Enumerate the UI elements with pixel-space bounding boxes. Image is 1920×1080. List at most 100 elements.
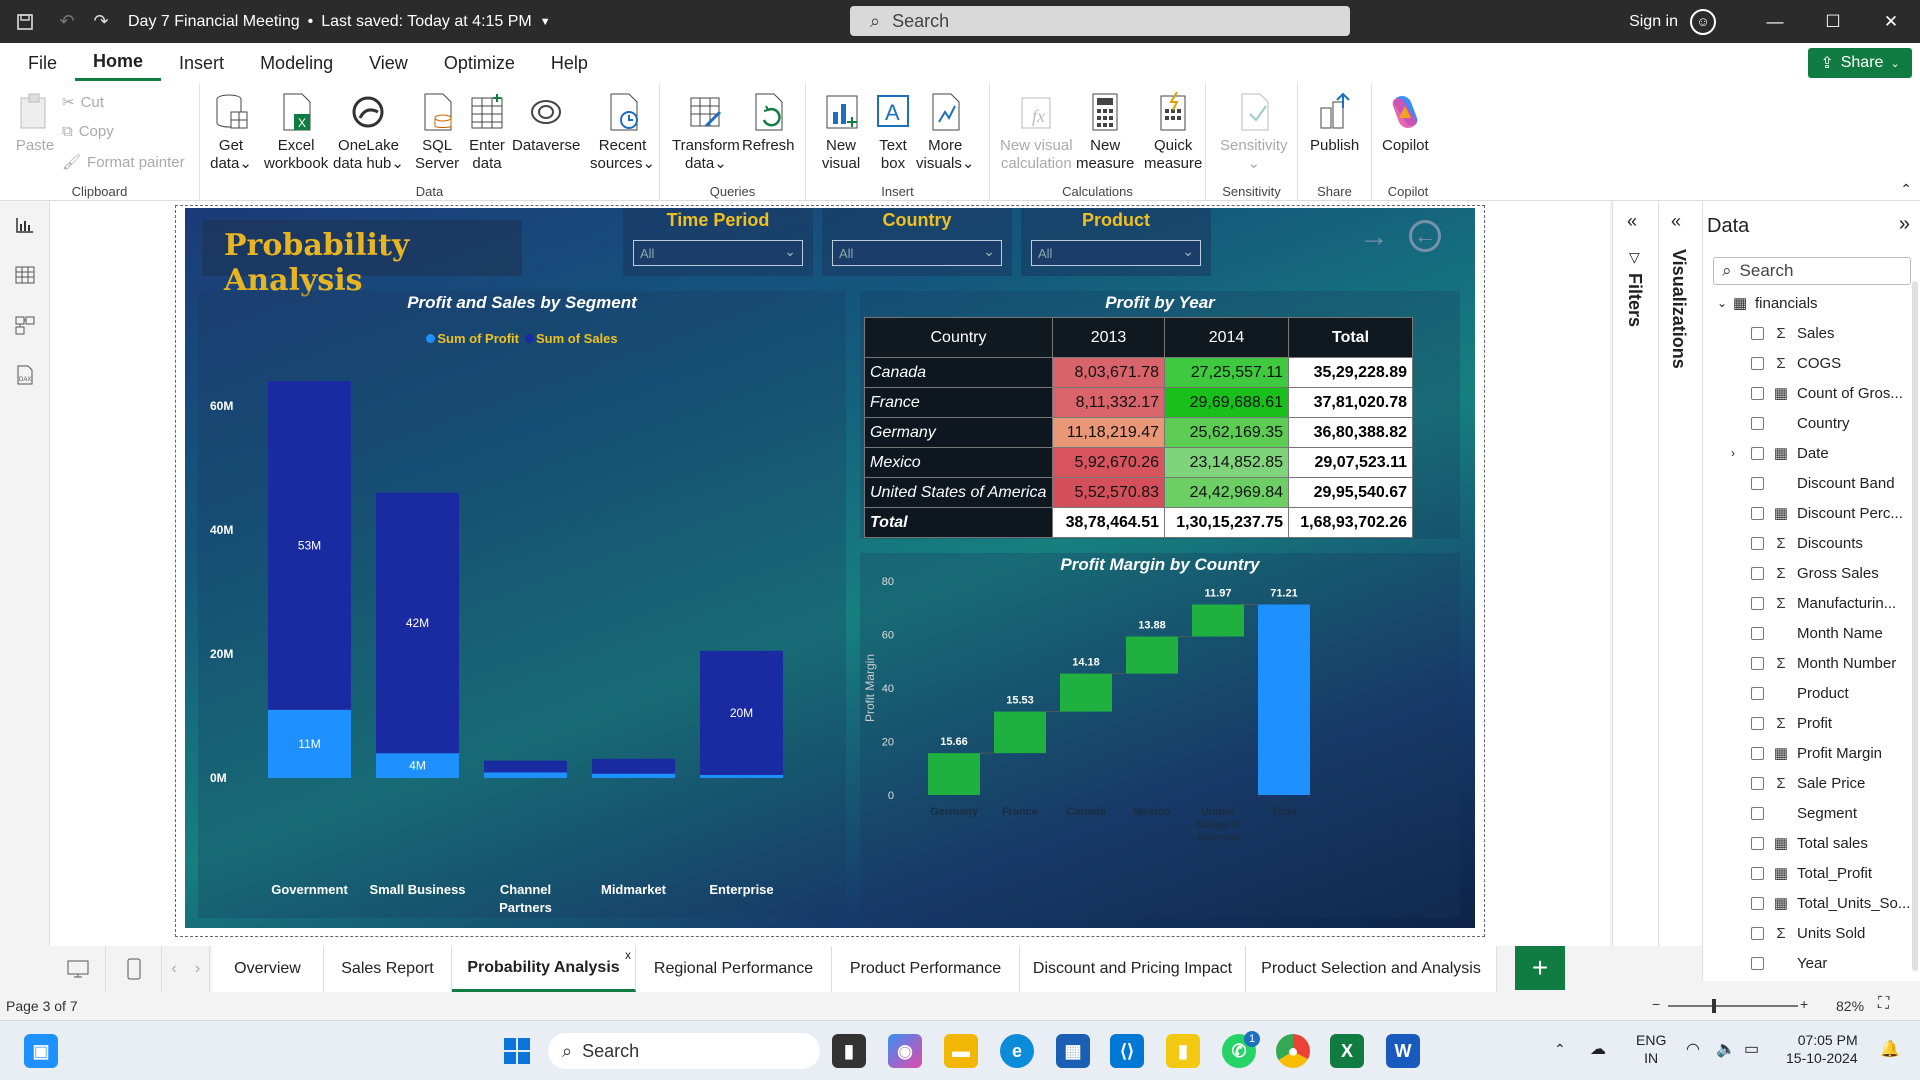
language-indicator[interactable]: ENG IN <box>1636 1031 1666 1067</box>
cut-button[interactable]: ✂ Cut <box>62 93 104 112</box>
table-view-icon[interactable] <box>12 263 38 287</box>
transform-data-button[interactable]: Transform data⌄ <box>672 91 740 173</box>
field-item[interactable]: Σ Sales <box>1703 318 1913 348</box>
windows-start-icon[interactable] <box>500 1034 534 1068</box>
field-checkbox[interactable] <box>1751 536 1764 550</box>
field-item[interactable]: Segment <box>1703 798 1913 828</box>
product-slicer[interactable]: Product All ⌄ <box>1021 208 1211 276</box>
volume-icon[interactable]: 🔈 <box>1716 1039 1736 1059</box>
table-row[interactable]: France 8,11,332.17 29,69,688.61 37,81,020.7… <box>864 387 1413 418</box>
recent-sources-button[interactable]: Recent sources⌄ <box>590 91 655 173</box>
field-checkbox[interactable] <box>1751 506 1764 520</box>
collapse-data-pane-icon[interactable]: » <box>1899 213 1910 236</box>
network-status-icon[interactable]: ☁ <box>1590 1039 1606 1059</box>
field-item[interactable]: Σ COGS <box>1703 348 1913 378</box>
field-item[interactable]: Σ Profit <box>1703 708 1913 738</box>
field-item[interactable]: Country <box>1703 408 1913 438</box>
slicer-dropdown[interactable]: All ⌄ <box>832 240 1002 266</box>
page-tab[interactable]: Discount and Pricing Impact <box>1020 946 1246 992</box>
field-checkbox[interactable] <box>1751 806 1764 820</box>
excel-workbook-button[interactable]: X Excel workbook <box>264 91 328 173</box>
field-item[interactable]: Product <box>1703 678 1913 708</box>
add-page-button[interactable]: + <box>1515 946 1565 990</box>
field-checkbox[interactable] <box>1751 326 1764 340</box>
field-item[interactable]: Σ Discounts <box>1703 528 1913 558</box>
field-checkbox[interactable] <box>1751 596 1764 610</box>
notification-bell-icon[interactable]: 🔔 <box>1880 1039 1900 1059</box>
country-slicer[interactable]: Country All ⌄ <box>822 208 1012 276</box>
paste-button[interactable]: Paste <box>14 91 56 155</box>
collapse-ribbon-icon[interactable]: ⌃ <box>1900 181 1912 198</box>
column-header-2013[interactable]: 2013 <box>1052 317 1165 358</box>
desktop-layout-icon[interactable] <box>50 946 106 992</box>
enter-data-button[interactable]: Enter data <box>466 91 508 173</box>
maximize-icon[interactable]: ☐ <box>1804 0 1862 43</box>
new-visual-button[interactable]: New visual <box>820 91 862 173</box>
column-header-total[interactable]: Total <box>1288 317 1413 358</box>
word-icon[interactable]: W <box>1386 1034 1420 1068</box>
time-period-slicer[interactable]: Time Period All ⌄ <box>623 208 813 276</box>
copilot-taskbar-icon[interactable]: ◉ <box>888 1034 922 1068</box>
menu-view[interactable]: View <box>351 43 426 83</box>
store-icon[interactable]: ▦ <box>1056 1034 1090 1068</box>
minimize-icon[interactable]: — <box>1746 0 1804 43</box>
close-tab-icon[interactable]: x <box>625 948 631 962</box>
table-row[interactable]: Mexico 5,92,670.26 23,14,852.85 29,07,523.1… <box>864 447 1413 478</box>
slicer-dropdown[interactable]: All ⌄ <box>1031 240 1201 266</box>
column-header-2014[interactable]: 2014 <box>1164 317 1289 358</box>
chrome-icon[interactable]: ● <box>1276 1034 1310 1068</box>
field-checkbox[interactable] <box>1751 566 1764 580</box>
page-tab[interactable]: Sales Report <box>324 946 452 992</box>
field-item[interactable]: ▦ Discount Perc... <box>1703 498 1913 528</box>
field-checkbox[interactable] <box>1751 716 1764 730</box>
zoom-slider[interactable] <box>1668 999 1798 1013</box>
zoom-out-icon[interactable]: − <box>1652 996 1660 1012</box>
arrow-right-icon[interactable]: → <box>1357 220 1391 254</box>
publish-button[interactable]: Publish <box>1310 91 1359 155</box>
widgets-icon[interactable]: ▣ <box>24 1034 58 1068</box>
field-item[interactable]: Year <box>1703 948 1913 978</box>
close-icon[interactable]: ✕ <box>1862 0 1920 43</box>
field-item[interactable]: Σ Units Sold <box>1703 918 1913 948</box>
data-pane-scrollbar[interactable] <box>1912 281 1918 971</box>
copy-button[interactable]: ⧉ Copy <box>62 123 114 140</box>
excel-taskbar-icon[interactable]: X <box>1330 1034 1364 1068</box>
field-item[interactable]: Discount Band <box>1703 468 1913 498</box>
fit-to-page-icon[interactable]: ⛶ <box>1878 995 1889 1013</box>
field-item[interactable]: Σ Gross Sales <box>1703 558 1913 588</box>
share-button[interactable]: ⇪ Share ⌄ <box>1808 48 1912 78</box>
filters-label[interactable]: Filters <box>1624 273 1645 327</box>
field-checkbox[interactable] <box>1751 446 1764 460</box>
document-title[interactable]: Day 7 Financial Meeting • Last saved: To… <box>128 13 551 31</box>
visualizations-label[interactable]: Visualizations <box>1668 249 1689 369</box>
copilot-button[interactable]: Copilot <box>1382 91 1429 155</box>
page-tab[interactable]: Product Performance <box>832 946 1020 992</box>
chevron-right-icon[interactable]: › <box>1731 446 1735 460</box>
zoom-level[interactable]: 82% <box>1836 998 1864 1014</box>
get-data-button[interactable]: Get data⌄ <box>210 91 252 173</box>
table-row[interactable]: Canada 8,03,671.78 27,25,557.11 35,29,228.8… <box>864 357 1413 388</box>
field-item[interactable]: ▦ Profit Margin <box>1703 738 1913 768</box>
edge-icon[interactable]: e <box>1000 1034 1034 1068</box>
vscode-icon[interactable]: ⟨⟩ <box>1110 1034 1144 1068</box>
field-checkbox[interactable] <box>1751 746 1764 760</box>
field-item[interactable]: ▦ Total sales <box>1703 828 1913 858</box>
field-item[interactable]: Σ Sale Price <box>1703 768 1913 798</box>
dax-query-view-icon[interactable]: DAX <box>12 363 38 387</box>
task-view-icon[interactable]: ▮ <box>832 1034 866 1068</box>
column-header-country[interactable]: Country <box>864 317 1053 358</box>
field-checkbox[interactable] <box>1751 776 1764 790</box>
field-checkbox[interactable] <box>1751 656 1764 670</box>
report-view-icon[interactable] <box>12 213 38 237</box>
zoom-in-icon[interactable]: + <box>1800 996 1808 1012</box>
field-checkbox[interactable] <box>1751 866 1764 880</box>
table-row[interactable]: United States of America 5,52,570.83 24,42… <box>864 477 1413 508</box>
battery-icon[interactable]: ▭ <box>1744 1039 1759 1059</box>
field-item[interactable]: ▦ Total_Profit <box>1703 858 1913 888</box>
text-box-button[interactable]: A Text box <box>872 91 914 173</box>
table-row[interactable]: Germany 11,18,219.47 25,62,169.35 36,80,388… <box>864 417 1413 448</box>
field-checkbox[interactable] <box>1751 386 1764 400</box>
onelake-button[interactable]: OneLake data hub⌄ <box>333 91 404 173</box>
dataverse-button[interactable]: Dataverse <box>512 91 580 155</box>
expand-filters-icon[interactable]: « <box>1627 211 1637 232</box>
